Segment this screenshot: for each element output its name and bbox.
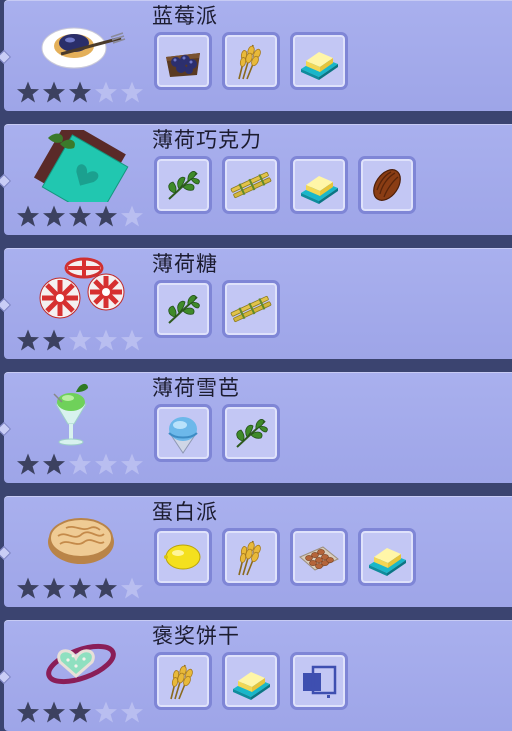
- blueberry-icon: [161, 39, 205, 83]
- ingredient-slot[interactable]: [154, 652, 212, 710]
- peppermint-candy-icon: [26, 254, 136, 326]
- ingredient-slot[interactable]: [154, 528, 212, 586]
- ingredient-list: [154, 156, 416, 214]
- ingredient-slot[interactable]: [222, 404, 280, 462]
- wheat-icon: [161, 659, 205, 703]
- ingredient-slot[interactable]: [290, 528, 348, 586]
- star-rating: [16, 700, 144, 724]
- sugarcane-icon: [229, 287, 273, 331]
- star-filled-icon: [16, 700, 40, 724]
- star-filled-icon: [42, 204, 66, 228]
- mint-leaf-icon: [229, 411, 273, 455]
- star-empty-icon: [120, 576, 144, 600]
- star-rating: [16, 328, 144, 352]
- star-filled-icon: [42, 328, 66, 352]
- cocoa-bean-icon: [365, 163, 409, 207]
- ingredient-slot[interactable]: [222, 528, 280, 586]
- mint-sorbet-icon: [26, 378, 136, 450]
- ingredient-slot[interactable]: [222, 280, 280, 338]
- star-filled-icon: [94, 576, 118, 600]
- ingredient-list: [154, 404, 280, 462]
- star-rating: [16, 204, 144, 228]
- ingredient-slot[interactable]: [222, 652, 280, 710]
- ingredient-list: [154, 32, 348, 90]
- ingredient-slot[interactable]: [290, 652, 348, 710]
- ingredient-slot[interactable]: [154, 156, 212, 214]
- star-filled-icon: [42, 700, 66, 724]
- recipe-row[interactable]: 蓝莓派: [4, 0, 512, 111]
- star-filled-icon: [42, 576, 66, 600]
- star-filled-icon: [68, 576, 92, 600]
- star-empty-icon: [94, 80, 118, 104]
- ingredient-slot[interactable]: [222, 156, 280, 214]
- wheat-icon: [229, 39, 273, 83]
- ingredient-slot[interactable]: [154, 404, 212, 462]
- star-filled-icon: [16, 204, 40, 228]
- recipe-name: 薄荷雪芭: [152, 376, 240, 400]
- ingredient-slot[interactable]: [154, 280, 212, 338]
- ingredient-slot[interactable]: [358, 156, 416, 214]
- butter-icon: [365, 535, 409, 579]
- recipe-name: 褒奖饼干: [152, 624, 240, 648]
- egg-tray-icon: [297, 535, 341, 579]
- recipe-row[interactable]: 薄荷雪芭: [4, 372, 512, 483]
- star-filled-icon: [42, 80, 66, 104]
- star-empty-icon: [94, 328, 118, 352]
- star-empty-icon: [120, 328, 144, 352]
- butter-icon: [297, 39, 341, 83]
- blueberry-pie-icon: [26, 6, 136, 78]
- butter-icon: [297, 163, 341, 207]
- ingredient-list: [154, 528, 416, 586]
- mint-leaf-icon: [161, 163, 205, 207]
- mint-leaf-icon: [161, 287, 205, 331]
- star-filled-icon: [42, 452, 66, 476]
- recipe-row[interactable]: 褒奖饼干: [4, 620, 512, 731]
- star-filled-icon: [16, 576, 40, 600]
- recipe-row[interactable]: 薄荷巧克力: [4, 120, 512, 235]
- star-filled-icon: [16, 452, 40, 476]
- recipe-name: 蓝莓派: [152, 4, 218, 28]
- recipe-row[interactable]: 薄荷糖: [4, 248, 512, 359]
- star-filled-icon: [68, 204, 92, 228]
- reward-cookie-icon: [26, 626, 136, 698]
- star-empty-icon: [68, 328, 92, 352]
- star-empty-icon: [120, 452, 144, 476]
- snow-ball-icon: [161, 411, 205, 455]
- star-filled-icon: [16, 80, 40, 104]
- star-empty-icon: [94, 452, 118, 476]
- star-filled-icon: [16, 328, 40, 352]
- ingredient-slot[interactable]: [222, 32, 280, 90]
- star-empty-icon: [120, 204, 144, 228]
- meringue-pie-icon: [26, 502, 136, 574]
- ingredient-list: [154, 280, 280, 338]
- recipe-name: 薄荷糖: [152, 252, 218, 276]
- ingredient-slot[interactable]: [154, 32, 212, 90]
- butter-icon: [229, 659, 273, 703]
- star-empty-icon: [94, 700, 118, 724]
- sugarcane-icon: [229, 163, 273, 207]
- ingredient-slot[interactable]: [290, 156, 348, 214]
- recipe-list: 蓝莓派薄荷巧克力薄荷糖薄荷雪芭蛋白派褒奖饼干: [0, 0, 512, 731]
- recipe-name: 薄荷巧克力: [152, 128, 262, 152]
- mint-chocolate-icon: [26, 120, 136, 220]
- lemon-icon: [161, 535, 205, 579]
- star-rating: [16, 576, 144, 600]
- ingredient-slot[interactable]: [358, 528, 416, 586]
- star-filled-icon: [68, 700, 92, 724]
- star-empty-icon: [120, 700, 144, 724]
- star-empty-icon: [68, 452, 92, 476]
- unknown-item-icon: [297, 659, 341, 703]
- star-rating: [16, 80, 144, 104]
- ingredient-list: [154, 652, 348, 710]
- star-filled-icon: [94, 204, 118, 228]
- star-empty-icon: [120, 80, 144, 104]
- recipe-row[interactable]: 蛋白派: [4, 496, 512, 607]
- star-rating: [16, 452, 144, 476]
- ingredient-slot[interactable]: [290, 32, 348, 90]
- wheat-icon: [229, 535, 273, 579]
- star-filled-icon: [68, 80, 92, 104]
- recipe-name: 蛋白派: [152, 500, 218, 524]
